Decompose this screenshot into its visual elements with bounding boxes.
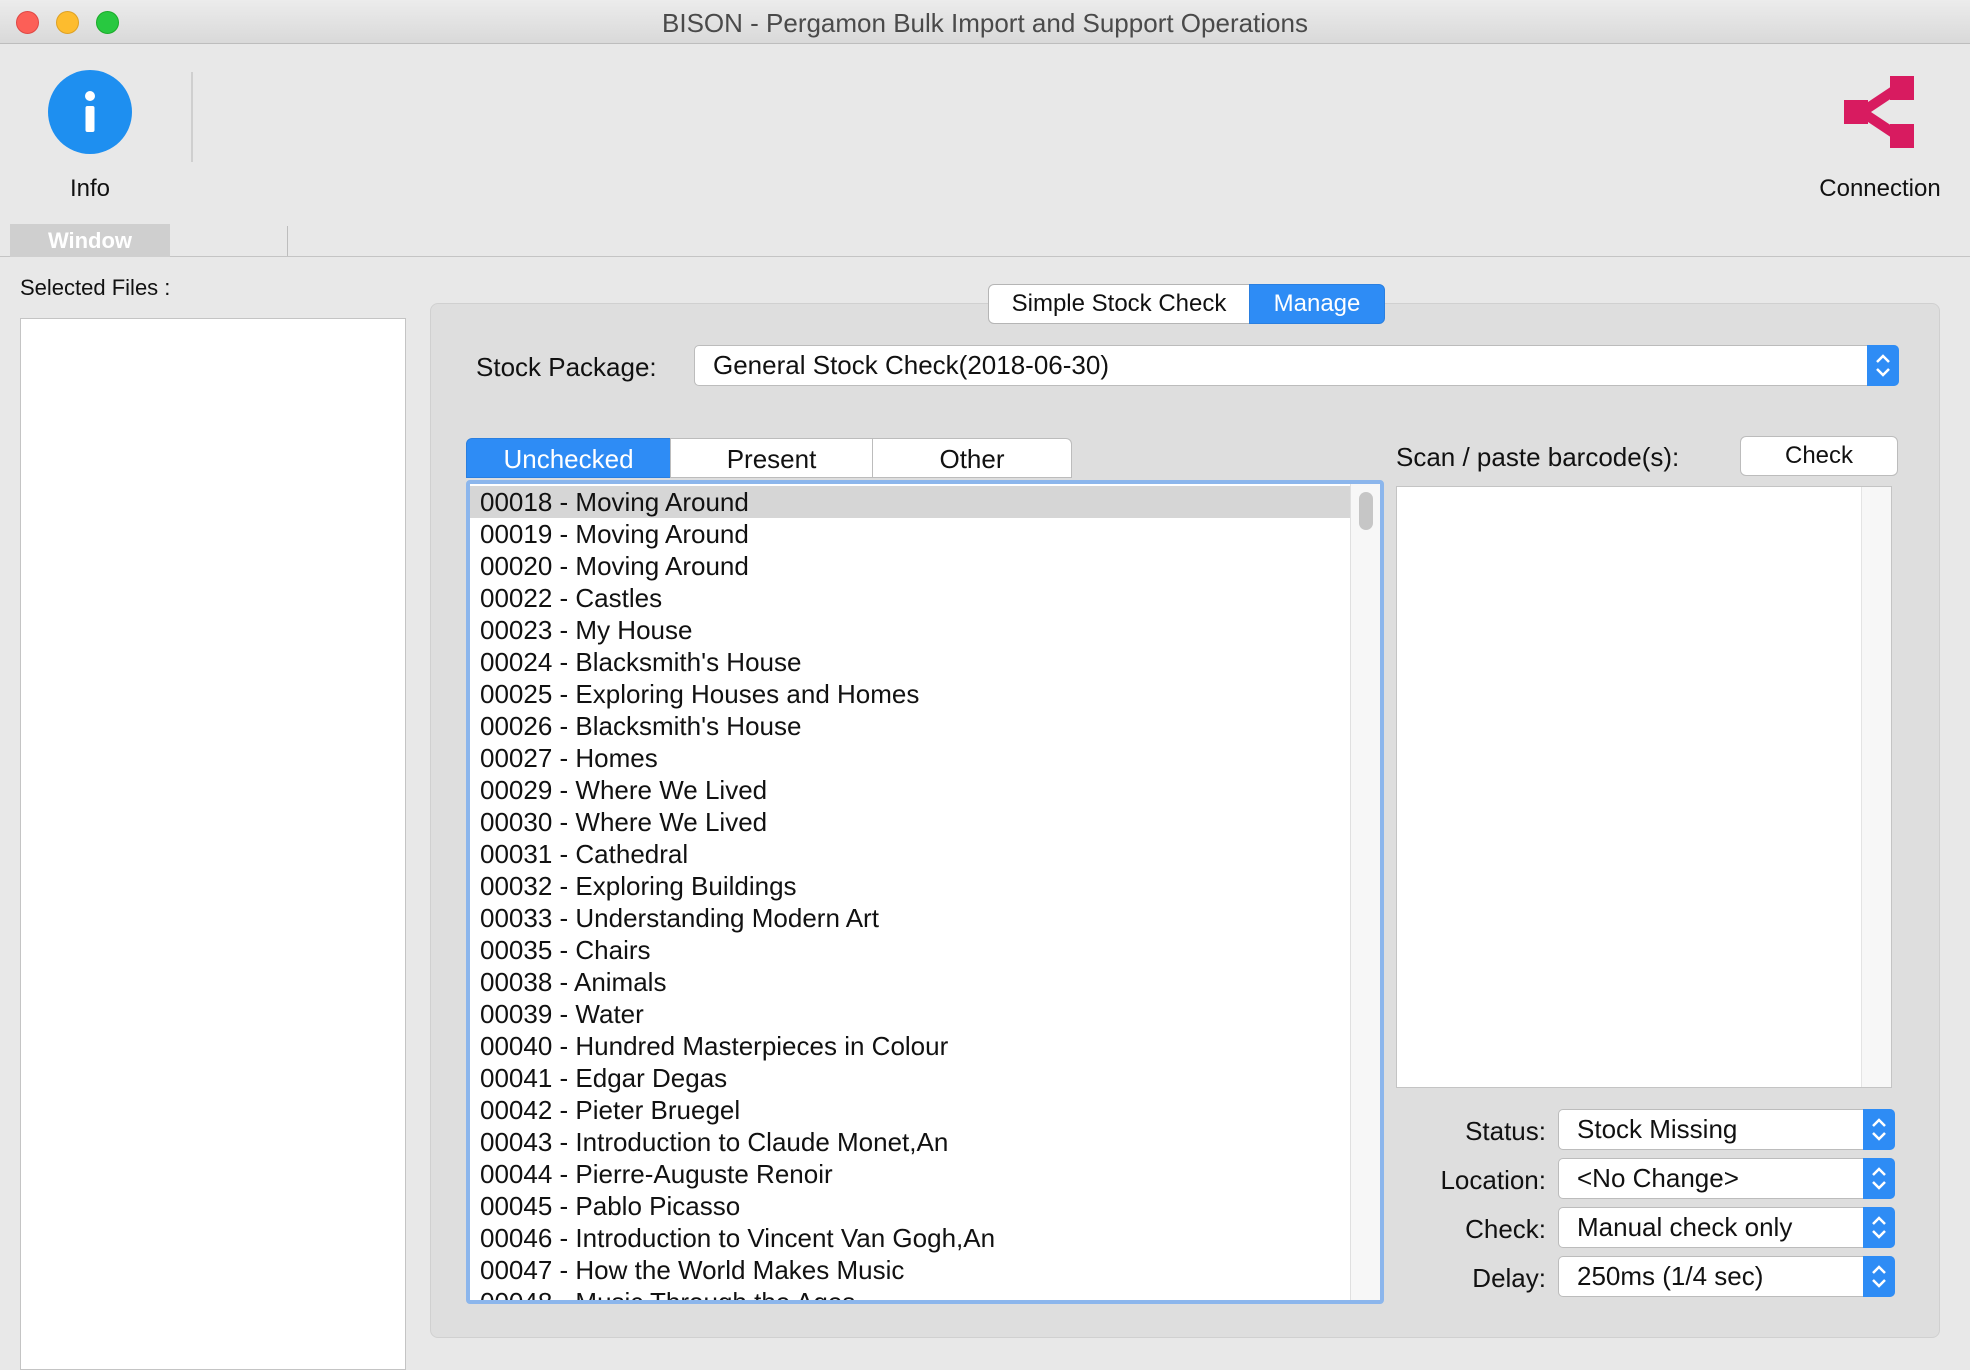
list-item[interactable]: 00022 - Castles [470, 582, 1350, 614]
connection-button-label[interactable]: Connection [1800, 175, 1960, 203]
barcode-textarea[interactable] [1396, 486, 1892, 1088]
list-item[interactable]: 00019 - Moving Around [470, 518, 1350, 550]
list-item[interactable]: 00042 - Pieter Bruegel [470, 1094, 1350, 1126]
check-mode-value: Manual check only [1577, 1212, 1793, 1242]
toolbar [0, 45, 1970, 257]
list-item[interactable]: 00023 - My House [470, 614, 1350, 646]
check-mode-label: Check: [1465, 1214, 1546, 1244]
info-circle-icon[interactable] [48, 70, 132, 154]
tab-other[interactable]: Other [872, 438, 1072, 478]
location-label: Location: [1440, 1165, 1546, 1195]
list-item[interactable]: 00027 - Homes [470, 742, 1350, 774]
info-button-label[interactable]: Info [40, 175, 140, 203]
list-item[interactable]: 00043 - Introduction to Claude Monet,An [470, 1126, 1350, 1158]
chevron-updown-icon[interactable] [1867, 345, 1899, 386]
status-value: Stock Missing [1577, 1114, 1738, 1144]
status-label: Status: [1465, 1116, 1546, 1146]
delay-value: 250ms (1/4 sec) [1577, 1261, 1764, 1291]
list-item[interactable]: 00018 - Moving Around [470, 486, 1350, 518]
list-item[interactable]: 00044 - Pierre-Auguste Renoir [470, 1158, 1350, 1190]
list-item[interactable]: 00026 - Blacksmith's House [470, 710, 1350, 742]
list-item[interactable]: 00031 - Cathedral [470, 838, 1350, 870]
selected-files-list[interactable] [20, 318, 406, 1370]
list-item[interactable]: 00041 - Edgar Degas [470, 1062, 1350, 1094]
tab-unchecked[interactable]: Unchecked [466, 438, 671, 478]
selected-files-label: Selected Files : [20, 275, 171, 300]
location-select[interactable]: <No Change> [1558, 1158, 1895, 1199]
chevron-updown-icon[interactable] [1863, 1256, 1895, 1297]
stock-items: 00018 - Moving Around 00019 - Moving Arou… [470, 486, 1350, 1300]
list-scrollbar[interactable] [1350, 484, 1380, 1300]
tab-present[interactable]: Present [670, 438, 873, 478]
list-item[interactable]: 00048 - Music Through the Ages [470, 1286, 1350, 1300]
list-item[interactable]: 00038 - Animals [470, 966, 1350, 998]
manage-segment[interactable]: Manage [1249, 284, 1385, 324]
tab-separator [287, 226, 288, 256]
status-select[interactable]: Stock Missing [1558, 1109, 1895, 1150]
list-item[interactable]: 00032 - Exploring Buildings [470, 870, 1350, 902]
list-item[interactable]: 00045 - Pablo Picasso [470, 1190, 1350, 1222]
toolbar-separator [191, 72, 193, 162]
chevron-updown-icon[interactable] [1863, 1207, 1895, 1248]
list-item[interactable]: 00025 - Exploring Houses and Homes [470, 678, 1350, 710]
list-item[interactable]: 00039 - Water [470, 998, 1350, 1030]
chevron-updown-icon[interactable] [1863, 1158, 1895, 1199]
list-item[interactable]: 00046 - Introduction to Vincent Van Gogh… [470, 1222, 1350, 1254]
list-item[interactable]: 00020 - Moving Around [470, 550, 1350, 582]
scrollbar-thumb[interactable] [1359, 492, 1373, 530]
stock-package-select[interactable]: General Stock Check(2018-06-30) [694, 345, 1899, 386]
delay-select[interactable]: 250ms (1/4 sec) [1558, 1256, 1895, 1297]
barcode-scrollbar[interactable] [1861, 487, 1891, 1087]
list-item[interactable]: 00035 - Chairs [470, 934, 1350, 966]
list-item[interactable]: 00040 - Hundred Masterpieces in Colour [470, 1030, 1350, 1062]
list-item[interactable]: 00030 - Where We Lived [470, 806, 1350, 838]
scan-barcode-label: Scan / paste barcode(s): [1396, 442, 1680, 472]
chevron-updown-icon[interactable] [1863, 1109, 1895, 1150]
window-title: BISON - Pergamon Bulk Import and Support… [662, 8, 1308, 38]
simple-stock-check-segment[interactable]: Simple Stock Check [988, 284, 1250, 324]
list-item[interactable]: 00033 - Understanding Modern Art [470, 902, 1350, 934]
delay-label: Delay: [1472, 1263, 1546, 1293]
stock-package-value: General Stock Check(2018-06-30) [713, 350, 1109, 380]
list-item[interactable]: 00024 - Blacksmith's House [470, 646, 1350, 678]
window-tab[interactable]: Window [10, 224, 170, 257]
share-connection-icon[interactable] [1840, 74, 1920, 150]
check-mode-select[interactable]: Manual check only [1558, 1207, 1895, 1248]
unchecked-stock-list[interactable]: 00018 - Moving Around 00019 - Moving Arou… [466, 480, 1384, 1304]
list-item[interactable]: 00029 - Where We Lived [470, 774, 1350, 806]
check-button[interactable]: Check [1740, 436, 1898, 476]
location-value: <No Change> [1577, 1163, 1739, 1193]
list-item[interactable]: 00047 - How the World Makes Music [470, 1254, 1350, 1286]
stock-package-label: Stock Package: [476, 352, 657, 382]
